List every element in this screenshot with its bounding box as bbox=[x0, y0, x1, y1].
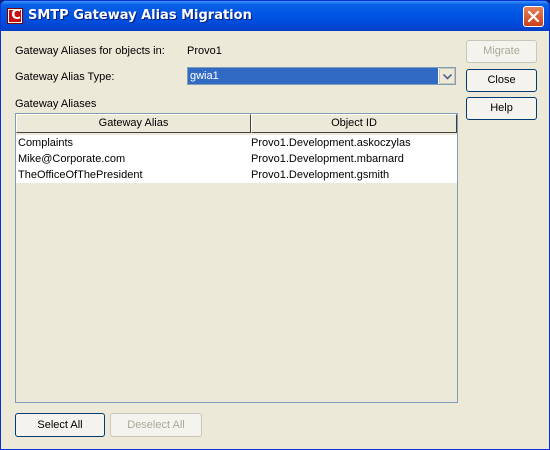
cell-object-id: Provo1.Development.askoczylas bbox=[251, 137, 411, 149]
cell-gateway-alias: TheOfficeOfThePresident bbox=[18, 169, 143, 181]
table-row[interactable]: Mike@Corporate.com Provo1.Development.mb… bbox=[16, 151, 457, 167]
close-icon bbox=[528, 11, 539, 22]
gateway-aliases-table[interactable]: Gateway Alias Object ID Complaints Provo… bbox=[15, 113, 458, 403]
column-header-object-id[interactable]: Object ID bbox=[251, 114, 457, 133]
cell-gateway-alias: Mike@Corporate.com bbox=[18, 153, 126, 165]
table-row[interactable]: TheOfficeOfThePresident Provo1.Developme… bbox=[16, 167, 457, 183]
deselect-all-button[interactable]: Deselect All bbox=[110, 413, 202, 437]
close-button[interactable]: Close bbox=[466, 69, 537, 92]
cell-object-id: Provo1.Development.mbarnard bbox=[251, 153, 404, 165]
select-all-button[interactable]: Select All bbox=[15, 413, 105, 437]
migrate-button[interactable]: Migrate bbox=[466, 40, 537, 63]
dialog-window: C SMTP Gateway Alias Migration Gateway A… bbox=[0, 0, 550, 450]
title-bar[interactable]: C SMTP Gateway Alias Migration bbox=[1, 1, 549, 31]
cell-object-id: Provo1.Development.gsmith bbox=[251, 169, 390, 181]
alias-type-label: Gateway Alias Type: bbox=[15, 71, 115, 83]
column-header-gateway-alias[interactable]: Gateway Alias bbox=[16, 114, 251, 133]
objects-in-value: Provo1 bbox=[187, 45, 222, 57]
help-button[interactable]: Help bbox=[466, 97, 537, 120]
consoleone-icon: C bbox=[7, 8, 23, 24]
alias-type-dropdown-button[interactable] bbox=[439, 68, 455, 84]
window-title: SMTP Gateway Alias Migration bbox=[28, 8, 252, 23]
cell-gateway-alias: Complaints bbox=[18, 137, 74, 149]
aliases-group-label: Gateway Aliases bbox=[15, 98, 97, 110]
objects-in-label: Gateway Aliases for objects in: bbox=[15, 45, 165, 57]
chevron-down-icon bbox=[443, 74, 452, 80]
table-header: Gateway Alias Object ID bbox=[16, 114, 457, 133]
table-row[interactable]: Complaints Provo1.Development.askoczylas bbox=[16, 135, 457, 151]
window-close-button[interactable] bbox=[523, 6, 544, 27]
table-body: Complaints Provo1.Development.askoczylas… bbox=[16, 135, 457, 183]
alias-type-selected-value: gwia1 bbox=[188, 68, 438, 84]
alias-type-select[interactable]: gwia1 bbox=[187, 67, 456, 85]
